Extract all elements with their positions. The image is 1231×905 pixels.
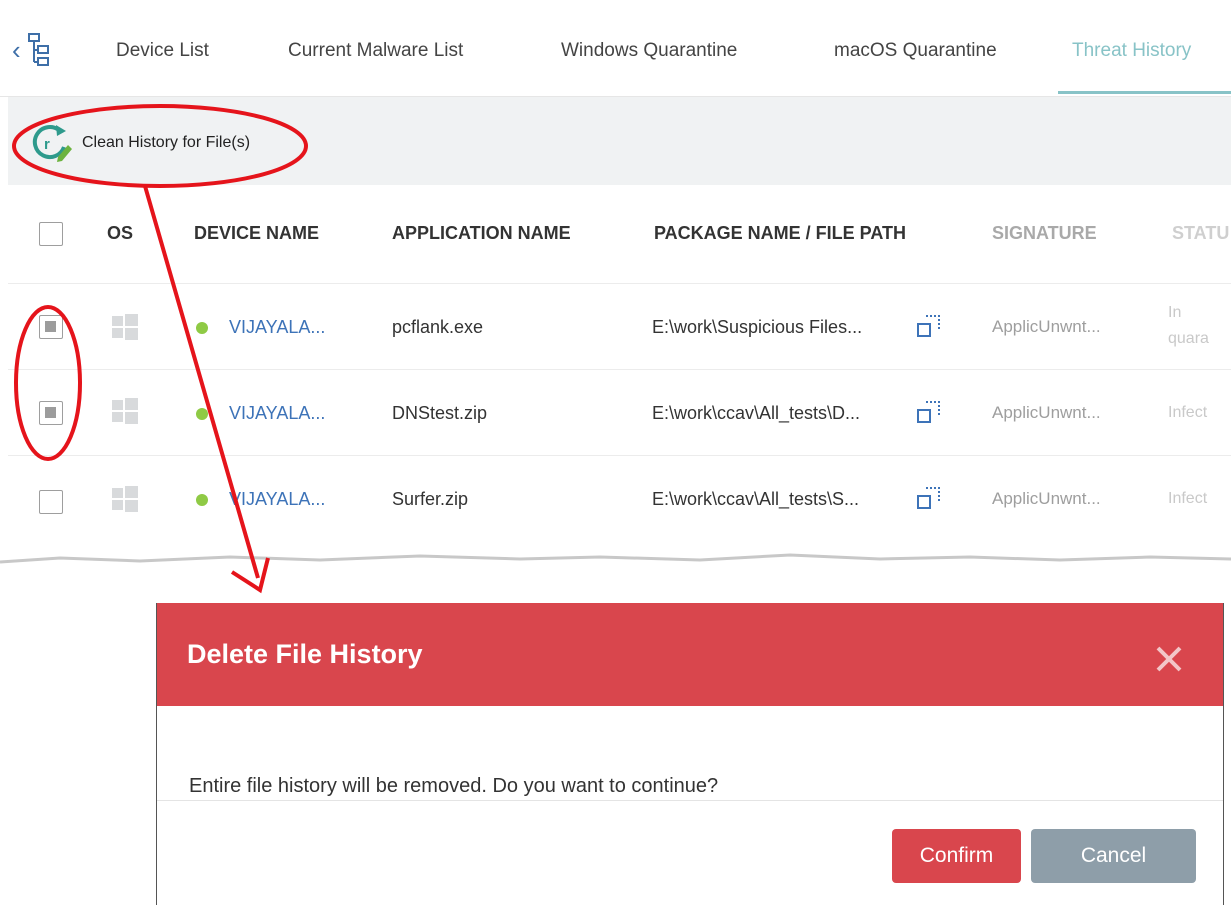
active-tab-indicator	[1058, 91, 1231, 94]
column-header-file-path[interactable]: PACKAGE NAME / FILE PATH	[654, 223, 906, 244]
status-line: Infect	[1168, 404, 1208, 421]
tab-bar: ‹ Device List Current Malware List Windo…	[0, 0, 1231, 97]
tab-current-malware-list[interactable]: Current Malware List	[288, 40, 463, 62]
table-row[interactable]: VIJAYALA... DNStest.zip E:\work\ccav\All…	[8, 369, 1231, 455]
application-name: pcflank.exe	[392, 317, 484, 337]
application-name: DNStest.zip	[392, 403, 488, 423]
column-header-application-name[interactable]: APPLICATION NAME	[392, 223, 571, 244]
tab-windows-quarantine[interactable]: Windows Quarantine	[561, 40, 737, 62]
tab-macos-quarantine[interactable]: macOS Quarantine	[834, 40, 997, 62]
application-name: Surfer.zip	[392, 489, 469, 509]
online-status-dot	[196, 322, 208, 334]
expand-path-icon[interactable]	[917, 486, 941, 510]
confirm-button[interactable]: Confirm	[892, 829, 1021, 883]
device-name-link[interactable]: VIJAYALA...	[229, 489, 325, 510]
dialog-title: Delete File History	[187, 639, 423, 669]
status-line: Infect	[1168, 490, 1208, 507]
expand-path-icon[interactable]	[917, 314, 941, 338]
status-line: quara	[1168, 330, 1209, 347]
row-checkbox[interactable]	[39, 490, 63, 514]
svg-text:r: r	[44, 136, 50, 153]
column-header-signature[interactable]: SIGNATURE	[992, 223, 1097, 244]
expand-path-icon[interactable]	[917, 400, 941, 424]
column-header-status[interactable]: STATU	[1172, 223, 1229, 244]
windows-logo-icon	[112, 314, 138, 340]
windows-logo-icon	[112, 398, 138, 424]
status-line: In	[1168, 304, 1182, 321]
clean-history-icon: r	[32, 125, 72, 162]
dialog-header: Delete File History	[157, 603, 1223, 706]
torn-edge	[0, 553, 1231, 570]
file-path: E:\work\ccav\All_tests\D...	[652, 403, 861, 423]
online-status-dot	[196, 408, 208, 420]
table-row[interactable]: VIJAYALA... pcflank.exe E:\work\Suspicio…	[8, 283, 1231, 369]
clean-history-button[interactable]: r Clean History for File(s)	[30, 123, 250, 163]
file-path: E:\work\Suspicious Files...	[652, 317, 863, 337]
windows-logo-icon	[112, 486, 138, 512]
toolbar: r Clean History for File(s)	[8, 97, 1231, 185]
device-name-link[interactable]: VIJAYALA...	[229, 403, 325, 424]
device-name-link[interactable]: VIJAYALA...	[229, 317, 325, 338]
chevron-left-icon: ‹	[12, 35, 21, 65]
device-tree-toggle[interactable]: ‹	[12, 30, 68, 70]
select-all-checkbox[interactable]	[39, 222, 63, 246]
hierarchy-tree-icon	[27, 33, 49, 66]
cancel-button[interactable]: Cancel	[1031, 829, 1196, 883]
online-status-dot	[196, 494, 208, 506]
tab-device-list[interactable]: Device List	[116, 40, 209, 62]
signature: ApplicUnwnt...	[992, 489, 1101, 508]
delete-file-history-dialog: Delete File History Entire file history …	[156, 603, 1224, 905]
close-icon[interactable]	[1155, 645, 1183, 673]
dialog-message: Entire file history will be removed. Do …	[189, 775, 719, 797]
table-row[interactable]: VIJAYALA... Surfer.zip E:\work\ccav\All_…	[8, 455, 1231, 541]
column-header-device-name[interactable]: DEVICE NAME	[194, 223, 319, 244]
dialog-divider	[157, 800, 1223, 801]
file-path: E:\work\ccav\All_tests\S...	[652, 489, 860, 509]
row-checkbox[interactable]	[39, 401, 63, 425]
signature: ApplicUnwnt...	[992, 317, 1101, 336]
tab-threat-history[interactable]: Threat History	[1072, 40, 1191, 62]
column-header-os[interactable]: OS	[107, 223, 133, 244]
clean-history-label: Clean History for File(s)	[82, 134, 251, 151]
threat-history-table: OS DEVICE NAME APPLICATION NAME PACKAGE …	[8, 185, 1231, 563]
signature: ApplicUnwnt...	[992, 403, 1101, 422]
row-checkbox[interactable]	[39, 315, 63, 339]
